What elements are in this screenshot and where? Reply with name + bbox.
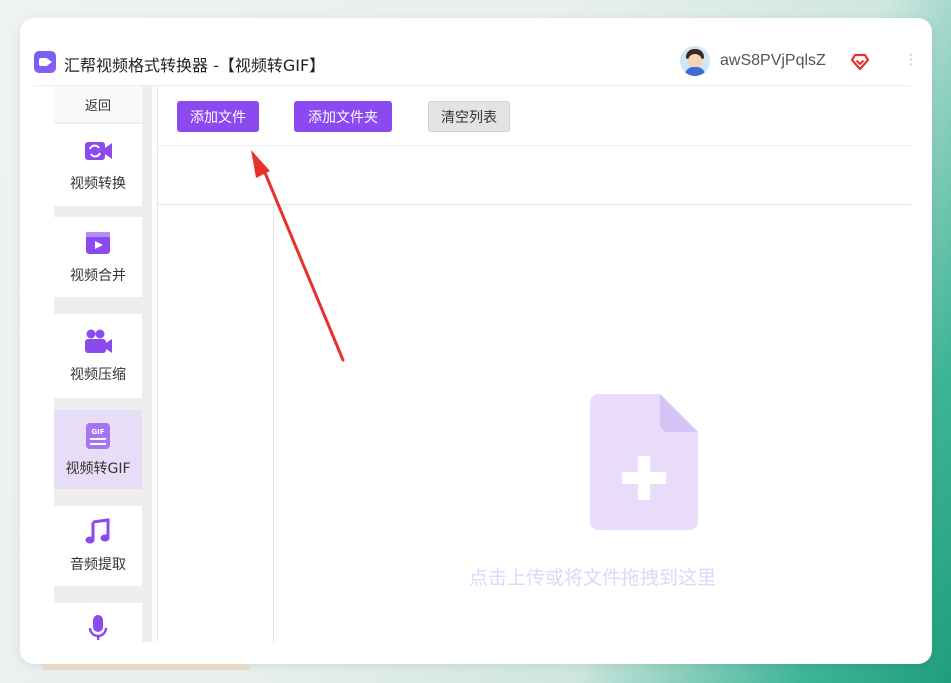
back-button[interactable]: 返回	[54, 86, 142, 122]
app-title: 汇帮视频格式转换器 -【视频转GIF】	[64, 56, 326, 75]
gif-icon: GIF	[86, 422, 110, 449]
music-note-icon	[85, 518, 110, 544]
username[interactable]: awS8PVjPqlsZ	[720, 52, 826, 70]
sidebar: 返回 视频转换 视频合并 视频压缩 GIF 视频转GIF 音频提取	[54, 86, 152, 642]
sidebar-item-audio-extract[interactable]: 音频提取	[54, 506, 142, 586]
user-avatar[interactable]	[680, 46, 710, 76]
sidebar-item-record[interactable]	[54, 603, 142, 642]
sidebar-item-label: 视频转GIF	[65, 460, 131, 477]
sidebar-item-label: 视频转换	[70, 176, 126, 192]
sidebar-item-video-to-gif[interactable]: GIF 视频转GIF	[54, 410, 142, 489]
sidebar-item-video-merge[interactable]: 视频合并	[54, 217, 142, 297]
sidebar-item-label: 视频压缩	[70, 367, 126, 383]
video-merge-icon	[86, 232, 110, 254]
video-convert-icon	[85, 142, 112, 160]
toolbar: 添加文件 添加文件夹 清空列表	[158, 86, 911, 146]
app-logo-icon	[34, 51, 56, 73]
add-folder-button[interactable]: 添加文件夹	[294, 101, 392, 132]
sidebar-item-video-compress[interactable]: 视频压缩	[54, 314, 142, 398]
add-file-button[interactable]: 添加文件	[177, 101, 259, 132]
sidebar-item-label: 音频提取	[70, 557, 126, 573]
sidebar-item-video-convert[interactable]: 视频转换	[54, 124, 142, 206]
more-menu-icon[interactable]: ⋮	[904, 52, 918, 68]
file-drop-zone[interactable]: 点击上传或将文件拖拽到这里	[274, 206, 911, 642]
video-compress-icon	[85, 329, 112, 353]
main-panel: 添加文件 添加文件夹 清空列表 点击上传或将文件拖拽到这里	[157, 86, 911, 642]
vip-diamond-icon[interactable]	[850, 51, 870, 71]
add-file-icon[interactable]	[590, 394, 698, 530]
file-list-header	[158, 147, 911, 205]
title-bar: 汇帮视频格式转换器 -【视频转GIF】 awS8PVjPqlsZ ⋮	[34, 30, 918, 86]
drop-hint-text: 点击上传或将文件拖拽到这里	[468, 567, 716, 589]
svg-text:GIF: GIF	[91, 428, 104, 436]
microphone-icon	[88, 615, 108, 640]
clear-list-button[interactable]: 清空列表	[428, 101, 510, 132]
sidebar-item-label: 视频合并	[70, 268, 126, 284]
decorative-strip	[42, 664, 250, 670]
